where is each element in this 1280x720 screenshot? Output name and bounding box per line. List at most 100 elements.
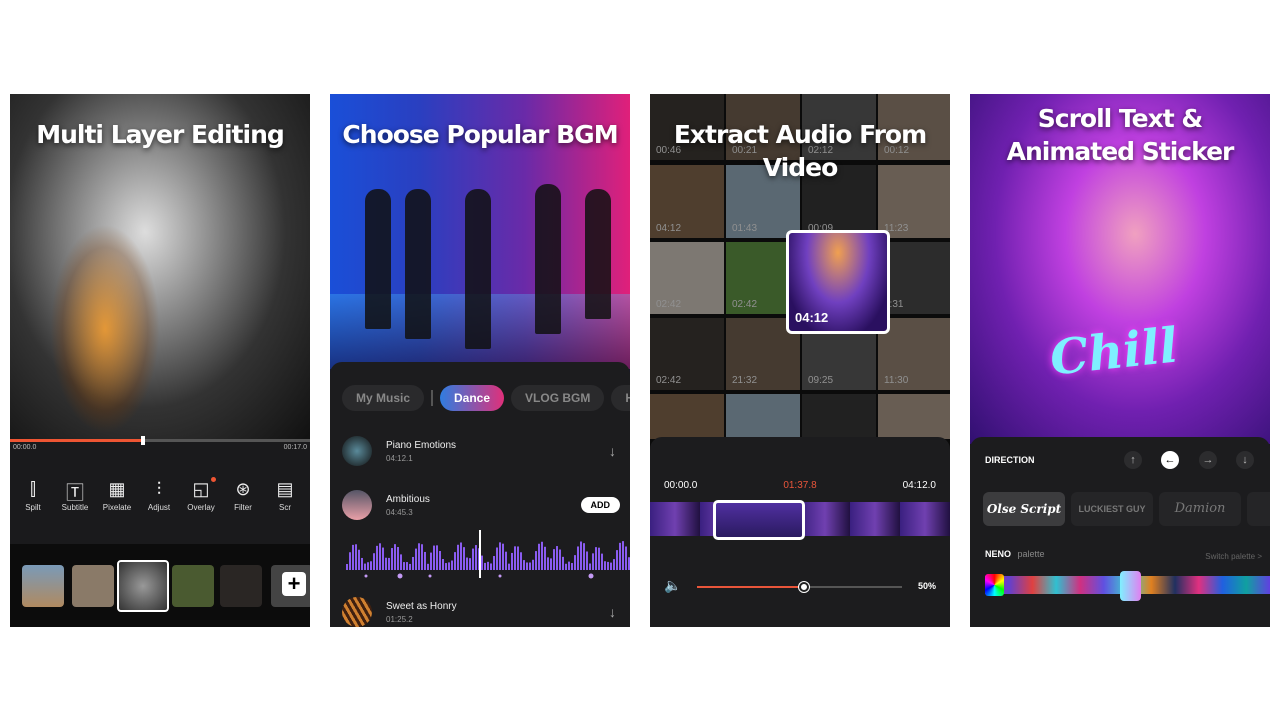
waveform-bar — [538, 543, 540, 570]
add-song-button[interactable]: ADD — [580, 497, 620, 513]
waveform-bar — [418, 543, 420, 570]
video-thumbnail[interactable]: 02:42 — [650, 318, 724, 390]
song-item[interactable]: Ambitious 04:45.3 ADD — [342, 490, 622, 520]
waveform-bar — [604, 561, 606, 570]
volume-slider[interactable] — [697, 582, 902, 592]
tab-happy[interactable]: Happ — [611, 385, 630, 411]
clip-thumbnail[interactable] — [172, 565, 214, 607]
waveform-bar — [454, 552, 456, 570]
waveform-bar — [598, 547, 600, 570]
waveform-bar — [466, 557, 468, 570]
waveform-bar — [481, 555, 483, 570]
playhead[interactable] — [141, 436, 145, 445]
arrow-right-icon[interactable]: → — [1199, 451, 1217, 469]
waveform-bar — [583, 543, 585, 570]
arrow-up-icon[interactable]: ↑ — [1124, 451, 1142, 469]
clip-thumbnail[interactable] — [220, 565, 262, 607]
video-thumbnail[interactable]: 02:42 — [650, 242, 724, 314]
waveform-bar — [409, 563, 411, 570]
video-thumbnail[interactable] — [650, 394, 724, 439]
divider — [431, 390, 434, 406]
waveform-bar — [541, 541, 543, 570]
download-icon[interactable]: ↓ — [609, 604, 616, 620]
waveform-bar — [355, 544, 357, 570]
song-item[interactable]: Sweet as Honry 01:25.2 ↓ — [342, 597, 622, 627]
color-wheel-icon[interactable] — [985, 574, 1004, 596]
tab-dance[interactable]: Dance — [440, 385, 505, 411]
arrow-left-icon[interactable]: ← — [1161, 451, 1179, 469]
video-duration: 02:42 — [656, 375, 682, 386]
waveform-playhead — [479, 530, 481, 578]
tool-screen[interactable]: ▤ Scr — [264, 479, 306, 512]
tool-filter[interactable]: ⊛ Filter — [222, 479, 264, 512]
panel-title: Scroll Text & Animated Sticker — [1006, 104, 1235, 166]
clip-thumbnail[interactable] — [22, 565, 64, 607]
tab-vlog-bgm[interactable]: VLOG BGM — [511, 385, 605, 411]
waveform-bar — [352, 544, 354, 570]
add-clip-button[interactable]: + — [282, 572, 306, 596]
video-thumbnail[interactable] — [726, 394, 800, 439]
video-thumbnail[interactable] — [802, 394, 876, 439]
volume-knob[interactable] — [799, 582, 809, 592]
song-item[interactable]: Piano Emotions 04:12.1 ↓ — [342, 436, 622, 466]
waveform-bar — [493, 556, 495, 570]
tool-subtitle[interactable]: 🅃 Subtitle — [54, 479, 96, 512]
waveform-bar — [424, 551, 426, 570]
waveform-bar — [367, 562, 369, 570]
waveform-bar — [613, 559, 615, 570]
download-icon[interactable]: ↓ — [609, 443, 616, 459]
timeline-progress[interactable] — [10, 436, 310, 445]
waveform-bar — [547, 557, 549, 570]
tool-adjust[interactable]: ⫶ Adjust — [138, 479, 180, 512]
tool-split[interactable]: ⫿ Spilt — [12, 479, 54, 512]
waveform-bar — [520, 552, 522, 570]
clip-thumbnail-selected[interactable] — [117, 560, 169, 612]
clip-thumbnail[interactable] — [72, 565, 114, 607]
waveform-bar — [625, 546, 627, 570]
waveform-bar — [508, 563, 510, 570]
font-list: Olse Script LUCKIEST GUY Damion Lo — [983, 492, 1270, 526]
font-damion[interactable]: Damion — [1159, 492, 1241, 526]
arrow-down-icon[interactable]: ↓ — [1236, 451, 1254, 469]
time-start: 00:00.0 — [13, 444, 37, 451]
waveform-bar — [415, 548, 417, 570]
direction-label: DIRECTION — [985, 455, 1035, 465]
waveform-bar — [421, 544, 423, 570]
waveform-bar — [430, 552, 432, 570]
waveform-bar — [445, 563, 447, 570]
selected-audio-range[interactable] — [713, 500, 805, 540]
panel-title: Choose Popular BGM — [342, 120, 618, 149]
video-thumbnail[interactable] — [878, 394, 950, 439]
waveform-bar — [463, 547, 465, 570]
time-start: 00:00.0 — [664, 480, 698, 491]
split-icon: ⫿ — [30, 479, 36, 499]
beat-marker — [588, 573, 594, 579]
tool-bar: ⫿ Spilt 🅃 Subtitle ▦ Pixelate ⫶ Adjust ◱ Over… — [12, 477, 306, 512]
volume-icon[interactable]: 🔈 — [664, 577, 681, 594]
waveform-bar — [436, 545, 438, 570]
waveform-bar — [619, 542, 621, 570]
waveform-bar — [580, 541, 582, 570]
pixelate-icon: ▦ — [108, 479, 126, 499]
tool-overlay[interactable]: ◱ Overlay — [180, 477, 222, 512]
waveform-bar — [502, 543, 504, 570]
waveform-bar — [550, 558, 552, 570]
video-duration: 11:30 — [884, 375, 909, 386]
waveform-bar — [376, 545, 378, 570]
font-more[interactable]: Lo — [1247, 492, 1270, 526]
tool-pixelate[interactable]: ▦ Pixelate — [96, 479, 138, 512]
song-cover — [342, 597, 372, 627]
new-badge — [211, 477, 216, 482]
font-luckiest-guy[interactable]: LUCKIEST GUY — [1071, 492, 1153, 526]
audio-waveform[interactable] — [346, 530, 630, 582]
waveform-bar — [361, 557, 363, 570]
font-olse-script[interactable]: Olse Script — [983, 492, 1065, 526]
palette-selector[interactable] — [1120, 571, 1141, 601]
tab-my-music[interactable]: My Music — [342, 385, 425, 411]
waveform-bar — [412, 556, 414, 570]
waveform-bar — [469, 558, 471, 570]
time-end: 00:17.0 — [283, 444, 307, 451]
waveform-bar — [373, 553, 375, 570]
selected-video[interactable]: 04:12 — [786, 230, 890, 334]
switch-palette-link[interactable]: Switch palette > — [1205, 552, 1262, 561]
